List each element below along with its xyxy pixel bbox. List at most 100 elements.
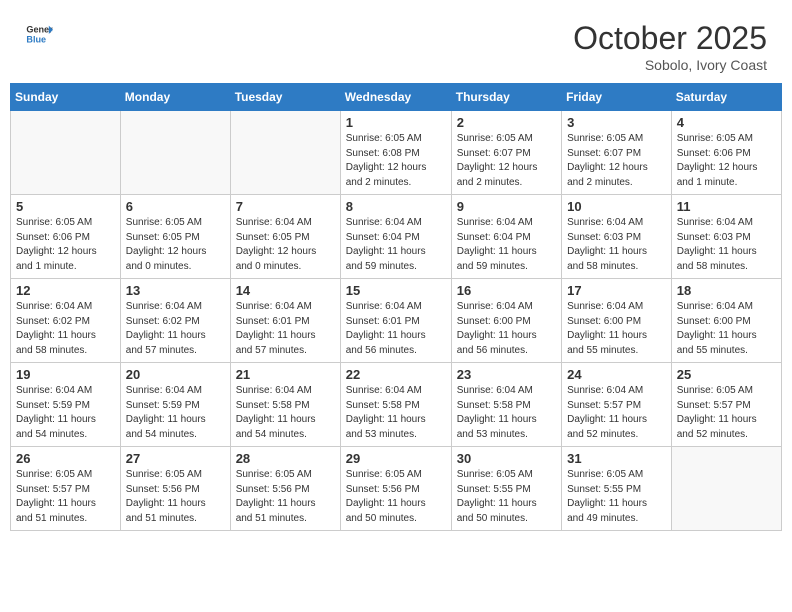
day-info: Sunrise: 6:04 AM Sunset: 5:59 PM Dayligh… <box>126 384 225 442</box>
calendar-week-row: 26 Sunrise: 6:05 AM Sunset: 5:57 PM Dayli… <box>11 447 782 531</box>
day-info: Sunrise: 6:05 AM Sunset: 6:06 PM Dayligh… <box>16 216 115 274</box>
day-info: Sunrise: 6:04 AM Sunset: 5:58 PM Dayligh… <box>236 384 335 442</box>
weekday-header-row: SundayMondayTuesdayWednesdayThursdayFrid… <box>11 84 782 111</box>
day-info: Sunrise: 6:04 AM Sunset: 6:00 PM Dayligh… <box>457 300 556 358</box>
day-info: Sunrise: 6:04 AM Sunset: 5:58 PM Dayligh… <box>346 384 446 442</box>
day-info: Sunrise: 6:05 AM Sunset: 5:55 PM Dayligh… <box>457 468 556 526</box>
location-subtitle: Sobolo, Ivory Coast <box>573 57 767 73</box>
day-info: Sunrise: 6:04 AM Sunset: 6:03 PM Dayligh… <box>677 216 776 274</box>
calendar-cell: 21Sunrise: 6:04 AM Sunset: 5:58 PM Dayli… <box>230 363 340 447</box>
day-info: Sunrise: 6:04 AM Sunset: 6:00 PM Dayligh… <box>677 300 776 358</box>
calendar-cell: 30 Sunrise: 6:05 AM Sunset: 5:55 PM Dayli… <box>451 447 561 531</box>
day-info: Sunrise: 6:05 AM Sunset: 6:08 PM Dayligh… <box>346 132 446 190</box>
day-info: Sunrise: 6:04 AM Sunset: 6:01 PM Dayligh… <box>236 300 335 358</box>
logo-icon: General Blue <box>25 20 53 48</box>
calendar-cell: 11 Sunrise: 6:04 AM Sunset: 6:03 PM Dayli… <box>671 195 781 279</box>
calendar-cell: 7 Sunrise: 6:04 AM Sunset: 6:05 PM Daylig… <box>230 195 340 279</box>
calendar-cell: 15 Sunrise: 6:04 AM Sunset: 6:01 PM Dayli… <box>340 279 451 363</box>
calendar-cell: 1 Sunrise: 6:05 AM Sunset: 6:08 PM Daylig… <box>340 111 451 195</box>
calendar-cell <box>230 111 340 195</box>
day-info: Sunrise: 6:05 AM Sunset: 5:57 PM Dayligh… <box>16 468 115 526</box>
day-info: Sunrise: 6:05 AM Sunset: 5:57 PM Dayligh… <box>677 384 776 442</box>
weekday-header-saturday: Saturday <box>671 84 781 111</box>
logo: General Blue <box>25 20 53 48</box>
weekday-header-thursday: Thursday <box>451 84 561 111</box>
day-number: 17 <box>567 283 666 298</box>
calendar-cell: 17Sunrise: 6:04 AM Sunset: 6:00 PM Dayli… <box>562 279 672 363</box>
day-number: 16 <box>457 283 556 298</box>
calendar-cell: 18 Sunrise: 6:04 AM Sunset: 6:00 PM Dayli… <box>671 279 781 363</box>
day-info: Sunrise: 6:05 AM Sunset: 6:07 PM Dayligh… <box>567 132 666 190</box>
day-info: Sunrise: 6:04 AM Sunset: 6:05 PM Dayligh… <box>236 216 335 274</box>
calendar-cell <box>120 111 230 195</box>
calendar-cell <box>671 447 781 531</box>
title-block: October 2025 Sobolo, Ivory Coast <box>573 20 767 73</box>
day-number: 11 <box>677 199 776 214</box>
day-number: 27 <box>126 451 225 466</box>
calendar-week-row: 12 Sunrise: 6:04 AM Sunset: 6:02 PM Dayli… <box>11 279 782 363</box>
calendar-cell: 2Sunrise: 6:05 AM Sunset: 6:07 PM Daylig… <box>451 111 561 195</box>
calendar-cell: 27 Sunrise: 6:05 AM Sunset: 5:56 PM Dayli… <box>120 447 230 531</box>
day-number: 15 <box>346 283 446 298</box>
day-number: 30 <box>457 451 556 466</box>
calendar-cell: 6 Sunrise: 6:05 AM Sunset: 6:05 PM Daylig… <box>120 195 230 279</box>
calendar-cell: 20 Sunrise: 6:04 AM Sunset: 5:59 PM Dayli… <box>120 363 230 447</box>
day-number: 22 <box>346 367 446 382</box>
day-number: 6 <box>126 199 225 214</box>
day-number: 13 <box>126 283 225 298</box>
day-info: Sunrise: 6:04 AM Sunset: 6:03 PM Dayligh… <box>567 216 666 274</box>
day-info: Sunrise: 6:04 AM Sunset: 6:04 PM Dayligh… <box>346 216 446 274</box>
day-info: Sunrise: 6:04 AM Sunset: 6:01 PM Dayligh… <box>346 300 446 358</box>
day-number: 8 <box>346 199 446 214</box>
day-number: 25 <box>677 367 776 382</box>
day-number: 24 <box>567 367 666 382</box>
calendar-cell: 19Sunrise: 6:04 AM Sunset: 5:59 PM Dayli… <box>11 363 121 447</box>
day-number: 5 <box>16 199 115 214</box>
day-number: 26 <box>16 451 115 466</box>
calendar-cell: 29 Sunrise: 6:05 AM Sunset: 5:56 PM Dayli… <box>340 447 451 531</box>
day-info: Sunrise: 6:04 AM Sunset: 5:59 PM Dayligh… <box>16 384 115 442</box>
day-number: 4 <box>677 115 776 130</box>
day-info: Sunrise: 6:05 AM Sunset: 5:56 PM Dayligh… <box>126 468 225 526</box>
day-info: Sunrise: 6:05 AM Sunset: 5:56 PM Dayligh… <box>236 468 335 526</box>
day-number: 20 <box>126 367 225 382</box>
day-number: 1 <box>346 115 446 130</box>
weekday-header-sunday: Sunday <box>11 84 121 111</box>
calendar-cell: 23 Sunrise: 6:04 AM Sunset: 5:58 PM Dayli… <box>451 363 561 447</box>
day-number: 12 <box>16 283 115 298</box>
calendar-cell: 16 Sunrise: 6:04 AM Sunset: 6:00 PM Dayli… <box>451 279 561 363</box>
day-number: 9 <box>457 199 556 214</box>
page-header: General Blue October 2025 Sobolo, Ivory … <box>10 10 782 78</box>
weekday-header-monday: Monday <box>120 84 230 111</box>
day-info: Sunrise: 6:04 AM Sunset: 5:58 PM Dayligh… <box>457 384 556 442</box>
day-number: 3 <box>567 115 666 130</box>
day-number: 10 <box>567 199 666 214</box>
month-title: October 2025 <box>573 20 767 57</box>
calendar-week-row: 19Sunrise: 6:04 AM Sunset: 5:59 PM Dayli… <box>11 363 782 447</box>
svg-text:Blue: Blue <box>26 34 46 44</box>
calendar-cell: 5 Sunrise: 6:05 AM Sunset: 6:06 PM Daylig… <box>11 195 121 279</box>
calendar-cell: 31 Sunrise: 6:05 AM Sunset: 5:55 PM Dayli… <box>562 447 672 531</box>
day-info: Sunrise: 6:05 AM Sunset: 5:55 PM Dayligh… <box>567 468 666 526</box>
day-number: 7 <box>236 199 335 214</box>
calendar-cell: 10 Sunrise: 6:04 AM Sunset: 6:03 PM Dayli… <box>562 195 672 279</box>
day-info: Sunrise: 6:05 AM Sunset: 6:07 PM Dayligh… <box>457 132 556 190</box>
calendar-week-row: 5 Sunrise: 6:05 AM Sunset: 6:06 PM Daylig… <box>11 195 782 279</box>
day-number: 28 <box>236 451 335 466</box>
day-info: Sunrise: 6:05 AM Sunset: 5:56 PM Dayligh… <box>346 468 446 526</box>
calendar-cell: 12 Sunrise: 6:04 AM Sunset: 6:02 PM Dayli… <box>11 279 121 363</box>
weekday-header-friday: Friday <box>562 84 672 111</box>
day-number: 29 <box>346 451 446 466</box>
weekday-header-tuesday: Tuesday <box>230 84 340 111</box>
day-info: Sunrise: 6:04 AM Sunset: 6:02 PM Dayligh… <box>126 300 225 358</box>
day-info: Sunrise: 6:05 AM Sunset: 6:05 PM Dayligh… <box>126 216 225 274</box>
day-info: Sunrise: 6:04 AM Sunset: 6:02 PM Dayligh… <box>16 300 115 358</box>
calendar-cell: 8 Sunrise: 6:04 AM Sunset: 6:04 PM Daylig… <box>340 195 451 279</box>
calendar-cell: 13 Sunrise: 6:04 AM Sunset: 6:02 PM Dayli… <box>120 279 230 363</box>
day-info: Sunrise: 6:05 AM Sunset: 6:06 PM Dayligh… <box>677 132 776 190</box>
day-number: 23 <box>457 367 556 382</box>
day-number: 18 <box>677 283 776 298</box>
weekday-header-wednesday: Wednesday <box>340 84 451 111</box>
day-number: 31 <box>567 451 666 466</box>
day-number: 14 <box>236 283 335 298</box>
